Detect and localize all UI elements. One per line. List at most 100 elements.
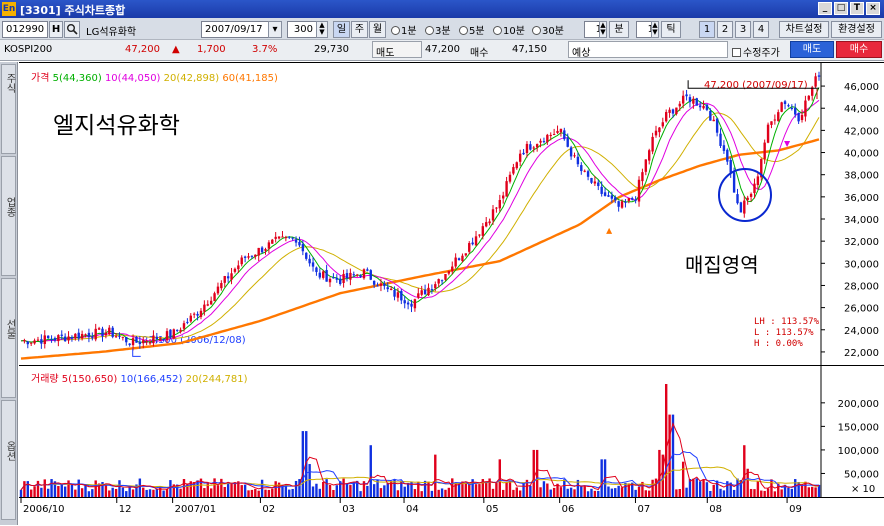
count-spinner-icon[interactable]: ▲ ▼ (316, 21, 328, 38)
volume-bar (366, 485, 369, 497)
radio-10min[interactable]: 10분 (493, 22, 525, 37)
max-marker-line (687, 80, 819, 89)
candle-body (46, 335, 50, 339)
volume-bar (766, 488, 770, 497)
volume-bar (800, 485, 804, 497)
candle-body (417, 293, 420, 298)
candle-body (186, 321, 189, 323)
volume-bar (807, 487, 811, 497)
volume-bar (705, 482, 709, 497)
volume-bar (790, 488, 794, 497)
minimize-button[interactable]: _ (818, 2, 832, 15)
radio-30min[interactable]: 30분 (532, 22, 564, 37)
candle-body (182, 323, 186, 329)
candle-body (763, 142, 766, 159)
candle-body (267, 242, 271, 249)
candle-body (260, 247, 264, 253)
volume-bar (43, 479, 46, 497)
candle-body (376, 285, 379, 287)
candle-body (396, 292, 400, 298)
buy-button[interactable]: 매수 (836, 41, 882, 58)
volume-bar (712, 484, 715, 497)
volume-bar (311, 486, 315, 497)
close-button[interactable]: × (866, 2, 880, 15)
candle-body (233, 268, 237, 272)
candle-body (756, 176, 760, 186)
candle-body (352, 274, 355, 276)
sell-button[interactable]: 매도 (790, 41, 834, 58)
candle-body (36, 339, 40, 341)
bid-price: 47,150 (512, 44, 547, 55)
layout-2-button[interactable]: 2 (717, 21, 733, 38)
date-input[interactable]: 2007/09/17 (201, 21, 269, 38)
volume-bar (664, 384, 668, 497)
candle-body (359, 275, 362, 278)
period-day-button[interactable]: 일 (333, 21, 350, 38)
edit-price-checkbox[interactable]: 수정주가 (732, 44, 780, 59)
volume-bar (698, 481, 702, 497)
volume-bar (532, 449, 535, 497)
stock-code-input[interactable]: 012990 (2, 21, 48, 38)
tick-spinner-icon[interactable]: ▲ ▼ (651, 21, 659, 38)
candle-body (84, 334, 87, 336)
candle-body (695, 98, 698, 106)
sidebar-tab-options[interactable]: 옵션 (1, 400, 16, 520)
sidebar-tab-futures[interactable]: 선물 (1, 278, 16, 398)
candle-body (423, 289, 427, 295)
volume-bar (542, 481, 546, 497)
candle-body (118, 335, 121, 337)
candle-body (74, 333, 77, 339)
candle-body (325, 270, 328, 282)
candle-body (254, 254, 257, 257)
radio-5min[interactable]: 5분 (459, 22, 485, 37)
volume-bar (264, 489, 267, 497)
volume-bar (152, 489, 155, 497)
layout-3-button[interactable]: 3 (735, 21, 751, 38)
chart-settings-button[interactable]: 차트설정 (779, 21, 829, 38)
candle-body (237, 265, 240, 270)
sidebar-tab-sector[interactable]: 업종 (1, 156, 16, 276)
volume-bar (46, 488, 50, 497)
period-month-button[interactable]: 월 (369, 21, 386, 38)
volume-bar (345, 483, 349, 497)
candle-body (406, 302, 410, 305)
candle-body (743, 200, 746, 214)
volume-bar (165, 488, 169, 497)
candle-body (590, 177, 593, 183)
radio-3min[interactable]: 3분 (425, 22, 451, 37)
search-icon[interactable] (64, 21, 80, 38)
date-dropdown-icon[interactable]: ▾ (268, 21, 282, 38)
radio-1min[interactable]: 1분 (391, 22, 417, 37)
volume-bar (451, 478, 454, 497)
volume-bar (675, 489, 678, 497)
volume-bar (495, 482, 498, 497)
volume-bar (563, 479, 566, 497)
env-settings-button[interactable]: 환경설정 (831, 21, 882, 38)
layout-1-button[interactable]: 1 (699, 21, 715, 38)
volume-bar (182, 478, 186, 497)
candle-body (515, 162, 518, 169)
price-tick-label: 44,000 (844, 104, 879, 115)
count-input[interactable]: 300 (287, 21, 317, 38)
topmost-button[interactable]: T (850, 2, 864, 15)
candle-body (474, 236, 478, 246)
volume-bar (573, 489, 576, 497)
period-week-button[interactable]: 주 (351, 21, 368, 38)
layout-4-button[interactable]: 4 (753, 21, 769, 38)
volume-bar (569, 487, 573, 497)
candle-body (485, 222, 488, 227)
volume-bar (668, 414, 671, 497)
candle-body (498, 200, 501, 209)
candle-body (427, 287, 430, 296)
tick-button[interactable]: 틱 (661, 21, 681, 38)
candle-body (631, 198, 634, 200)
maximize-button[interactable]: □ (834, 2, 848, 15)
volume-bar (19, 489, 23, 497)
candle-body (664, 112, 668, 122)
minute-spinner-icon[interactable]: ▲ ▼ (599, 21, 607, 38)
code-history-button[interactable]: H (49, 21, 63, 38)
sidebar-tab-stock[interactable]: 주식 (1, 64, 16, 154)
minute-button[interactable]: 분 (609, 21, 629, 38)
volume-bar (580, 485, 583, 497)
candle-body (70, 337, 74, 339)
